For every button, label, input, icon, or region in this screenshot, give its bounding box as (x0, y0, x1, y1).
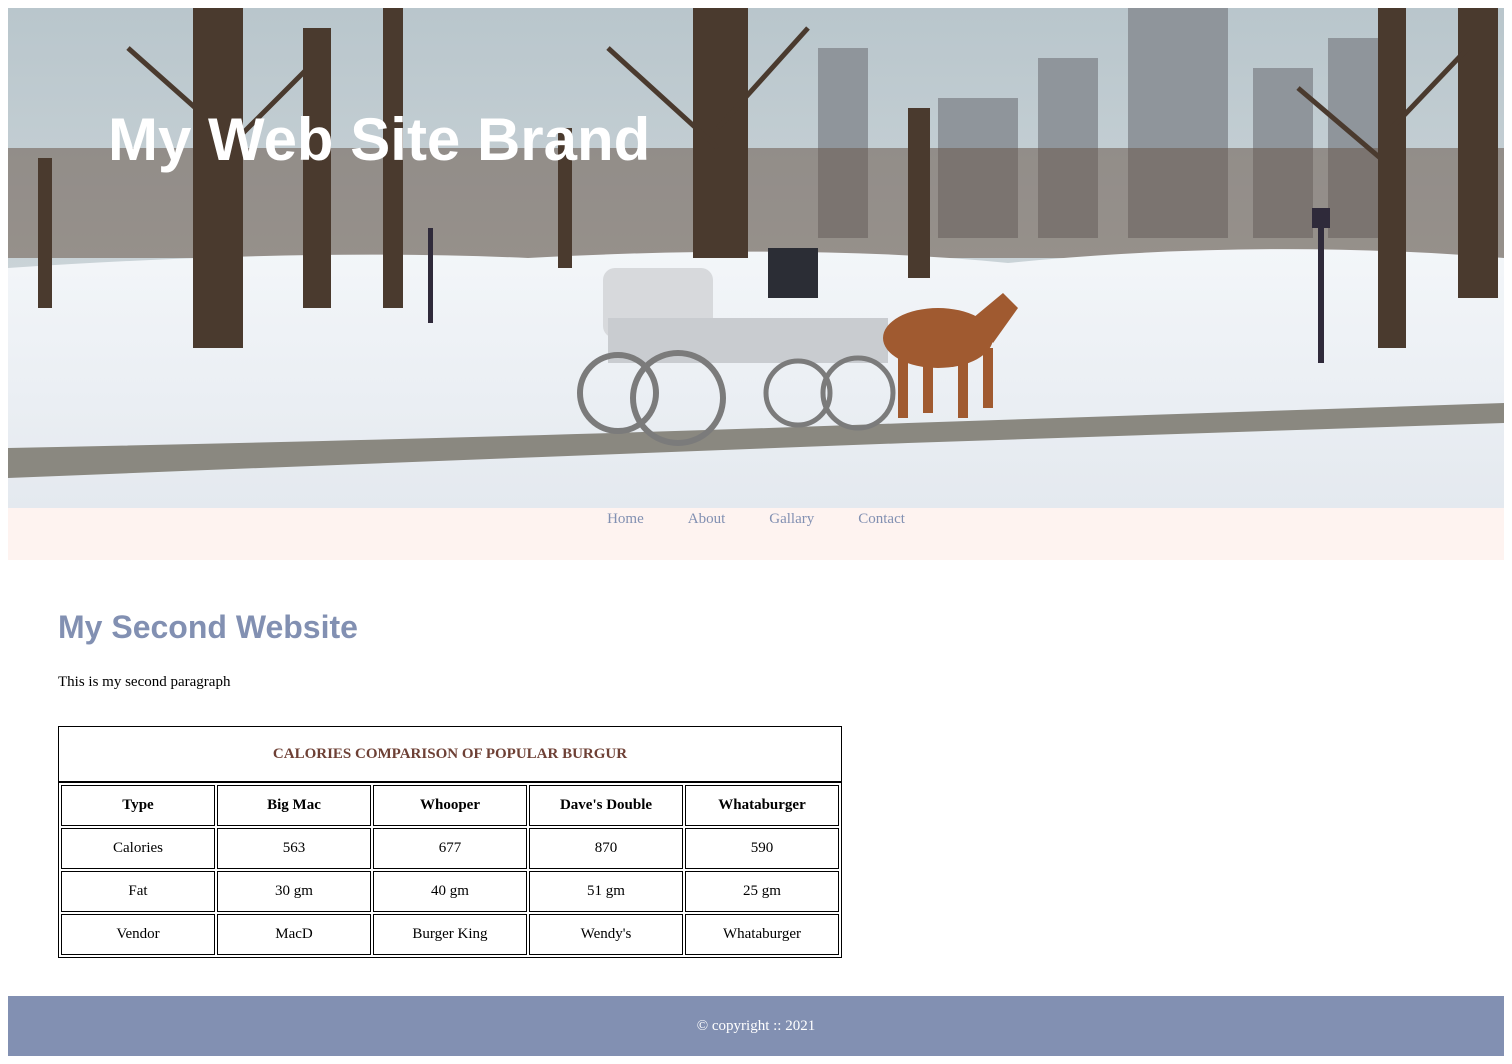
table-cell: Fat (61, 871, 215, 913)
site-brand: My Web Site Brand (108, 106, 651, 173)
copyright-text: © copyright :: 2021 (696, 1017, 816, 1034)
table-cell: 30 gm (217, 871, 371, 913)
table-cell: 677 (373, 828, 527, 870)
site-footer: © copyright :: 2021 (8, 996, 1504, 1056)
header-cell: Type (61, 785, 215, 827)
table-cell: 25 gm (685, 871, 839, 913)
hero-image (8, 8, 1504, 508)
table-cell: 40 gm (373, 871, 527, 913)
table-header-row: Type Big Mac Whooper Dave's Double Whata… (61, 785, 839, 827)
nav-item-about: About (666, 508, 748, 528)
table-cell: 51 gm (529, 871, 683, 913)
header-cell: Whataburger (685, 785, 839, 827)
nav-item-home: Home (585, 508, 666, 528)
table-cell: Burger King (373, 914, 527, 956)
table-cell: MacD (217, 914, 371, 956)
nav-link-gallery[interactable]: Gallary (769, 511, 814, 527)
intro-paragraph: This is my second paragraph (58, 674, 231, 691)
table-row: Calories 563 677 870 590 (61, 828, 839, 870)
table-cell: Calories (61, 828, 215, 870)
nav-link-home[interactable]: Home (607, 511, 644, 527)
header-cell: Big Mac (217, 785, 371, 827)
main-content: My Second Website This is my second para… (8, 608, 1504, 959)
table-cell: Whataburger (685, 914, 839, 956)
nav-link-about[interactable]: About (688, 511, 726, 527)
main-nav: Home About Gallary Contact (8, 508, 1504, 560)
table-cell: 590 (685, 828, 839, 870)
table-cell: 870 (529, 828, 683, 870)
table-cell: Wendy's (529, 914, 683, 956)
header-cell: Dave's Double (529, 785, 683, 827)
nav-item-gallery: Gallary (747, 508, 836, 528)
table-caption: CALORIES COMPARISON OF POPULAR BURGUR (58, 726, 842, 784)
nav-item-contact: Contact (836, 508, 927, 528)
table-cell: Vendor (61, 914, 215, 956)
calories-table: Type Big Mac Whooper Dave's Double Whata… (58, 783, 842, 959)
page-title: My Second Website (58, 609, 358, 645)
nav-link-contact[interactable]: Contact (858, 511, 905, 527)
header-cell: Whooper (373, 785, 527, 827)
table-cell: 563 (217, 828, 371, 870)
hero-banner: My Web Site Brand (8, 8, 1504, 508)
table-row: Fat 30 gm 40 gm 51 gm 25 gm (61, 871, 839, 913)
calories-table-wrapper: CALORIES COMPARISON OF POPULAR BURGUR Ty… (58, 726, 842, 959)
table-row: Vendor MacD Burger King Wendy's Whatabur… (61, 914, 839, 956)
